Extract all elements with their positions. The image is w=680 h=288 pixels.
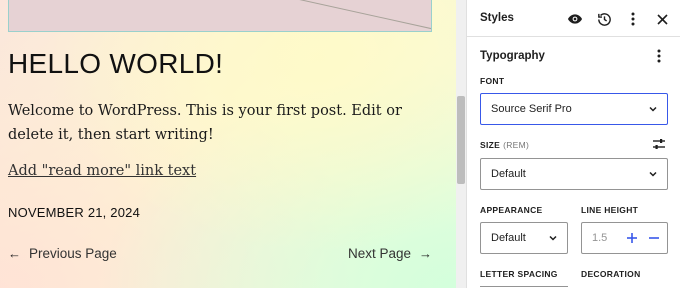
eye-icon[interactable] — [566, 10, 584, 28]
line-height-value: 1.5 — [592, 232, 608, 244]
arrow-left-icon: ← — [8, 246, 21, 261]
featured-image-graphic — [299, 0, 431, 30]
arrow-right-icon: → — [419, 246, 432, 261]
appearance-select[interactable]: Default — [480, 222, 568, 254]
size-label-text: SIZE — [480, 140, 501, 150]
next-page-link[interactable]: Next Page → — [348, 246, 432, 261]
sidebar-header: Styles — [467, 0, 680, 37]
styles-sidebar: Styles Typography FONT Source Serif Pro … — [466, 0, 680, 288]
size-label: SIZE (REM) — [480, 140, 529, 150]
minus-icon[interactable] — [646, 230, 662, 246]
size-unit: (REM) — [503, 140, 530, 150]
previous-page-label: Previous Page — [29, 246, 117, 261]
chevron-down-icon — [549, 235, 557, 241]
custom-size-settings-icon[interactable] — [651, 136, 667, 152]
line-height-label: LINE HEIGHT — [581, 205, 639, 215]
history-icon[interactable] — [595, 10, 613, 28]
letter-spacing-label: LETTER SPACING — [480, 269, 558, 279]
font-select[interactable]: Source Serif Pro — [480, 93, 668, 125]
post-title[interactable]: HELLO WORLD! — [8, 48, 223, 80]
featured-image[interactable] — [8, 0, 432, 32]
line-height-input[interactable]: 1.5 — [581, 222, 668, 254]
next-page-label: Next Page — [347, 246, 411, 261]
letter-spacing-input-top[interactable] — [480, 286, 568, 287]
size-select[interactable]: Default — [480, 158, 668, 190]
editor-canvas[interactable]: HELLO WORLD! Welcome to WordPress. This … — [0, 0, 456, 288]
font-label: FONT — [480, 76, 505, 86]
previous-page-link[interactable]: ← Previous Page — [8, 246, 117, 261]
appearance-select-value: Default — [491, 232, 526, 244]
typography-options-icon[interactable] — [651, 47, 667, 65]
sidebar-title: Styles — [480, 12, 514, 24]
plus-icon[interactable] — [624, 230, 640, 246]
size-select-value: Default — [491, 168, 526, 180]
chevron-down-icon — [649, 106, 657, 112]
read-more-link[interactable]: Add "read more" link text — [8, 163, 196, 179]
decoration-label: DECORATION — [581, 269, 641, 279]
appearance-label: APPEARANCE — [480, 205, 543, 215]
canvas-scrollbar-thumb[interactable] — [457, 96, 465, 184]
typography-panel-title: Typography — [480, 50, 545, 62]
close-icon[interactable] — [653, 10, 671, 28]
post-date[interactable]: NOVEMBER 21, 2024 — [8, 205, 140, 220]
more-vertical-icon[interactable] — [624, 10, 642, 28]
post-excerpt[interactable]: Welcome to WordPress. This is your first… — [8, 99, 448, 147]
chevron-down-icon — [649, 171, 657, 177]
font-select-value: Source Serif Pro — [491, 103, 572, 115]
